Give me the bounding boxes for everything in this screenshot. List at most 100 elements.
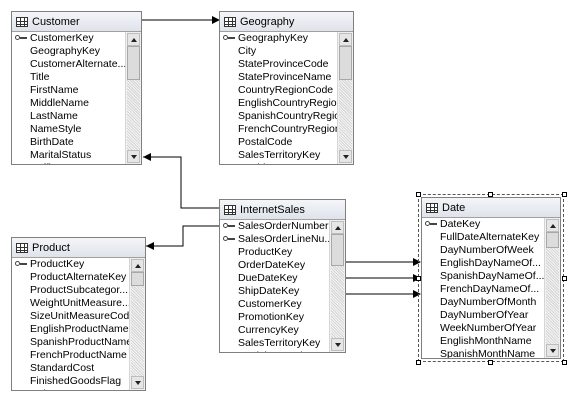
column-row[interactable]: DateKey [422,218,544,231]
column-row[interactable]: Title [12,71,125,84]
column-row[interactable]: IpAddressLocator [220,162,337,164]
column-row[interactable]: EnglishProductName [12,323,129,336]
column-row[interactable]: DueDateKey [220,272,329,285]
resize-handle-ne[interactable] [562,192,567,197]
scroll-track[interactable] [127,80,140,150]
resize-handle-w[interactable] [416,276,421,281]
scroll-up-button[interactable] [339,33,352,46]
table-header[interactable]: Date [422,198,560,218]
column-row[interactable]: LastName [12,110,125,123]
resize-handle-s[interactable] [488,360,493,365]
table-header[interactable]: InternetSales [220,200,345,220]
scroll-up-button[interactable] [131,259,144,272]
table-header[interactable]: Geography [220,12,353,32]
resize-handle-sw[interactable] [416,360,421,365]
column-label: CustomerKey [238,298,302,310]
table-date[interactable]: Date DateKey FullDateAlternateKey DayNumbe… [418,194,564,362]
scroll-thumb[interactable] [127,46,140,80]
scroll-thumb[interactable] [131,272,144,286]
column-row[interactable]: DayNumberOfWeek [422,244,544,257]
column-row[interactable]: NameStyle [12,123,125,136]
column-row[interactable]: DayNumberOfYear [422,309,544,322]
column-row[interactable]: StateProvinceName [220,71,337,84]
vertical-scrollbar[interactable] [544,218,560,358]
scroll-thumb[interactable] [331,234,344,266]
column-row[interactable]: CustomerAlternate... [12,58,125,71]
scroll-track[interactable] [546,248,559,344]
column-row[interactable]: DayNumberOfMonth [422,296,544,309]
column-row[interactable]: OrderDateKey [220,259,329,272]
column-row[interactable]: ProductAlternateKey [12,271,129,284]
column-row[interactable]: SpanishProductName [12,336,129,349]
column-row[interactable]: MaritalStatus [12,149,125,162]
vertical-scrollbar[interactable] [337,32,353,164]
table-customer[interactable]: Customer CustomerKey GeographyKey Customer… [11,11,142,165]
column-row[interactable]: Suffix [12,162,125,164]
column-row[interactable]: PostalCode [220,136,337,149]
column-row[interactable]: EnglishCountryRegion... [220,97,337,110]
column-row[interactable]: SpanishDayNameOf... [422,270,544,283]
scroll-down-button[interactable] [331,338,344,351]
column-row[interactable]: FullDateAlternateKey [422,231,544,244]
column-row[interactable]: SpanishCountryRegion... [220,110,337,123]
column-row[interactable]: WeekNumberOfYear [422,322,544,335]
column-row[interactable]: SpanishMonthName [422,348,544,358]
table-header[interactable]: Customer [12,12,141,32]
column-row[interactable]: RevisionNumber [220,350,329,352]
scroll-down-button[interactable] [546,344,559,357]
column-row[interactable]: Color [12,388,129,390]
column-row[interactable]: ProductKey [220,246,329,259]
column-row[interactable]: WeightUnitMeasure... [12,297,129,310]
column-row[interactable]: SalesOrderNumber [220,220,329,233]
scroll-down-button[interactable] [127,150,140,163]
column-row[interactable]: CurrencyKey [220,324,329,337]
column-row[interactable]: SalesTerritoryKey [220,337,329,350]
resize-handle-e[interactable] [562,276,567,281]
column-row[interactable]: StateProvinceCode [220,58,337,71]
column-row[interactable]: ProductSubcategor... [12,284,129,297]
column-row[interactable]: BirthDate [12,136,125,149]
scroll-thumb[interactable] [546,232,559,248]
table-title: InternetSales [240,203,305,216]
column-row[interactable]: EnglishDayNameOf... [422,257,544,270]
column-row[interactable]: MiddleName [12,97,125,110]
column-row[interactable]: FrenchProductName [12,349,129,362]
column-row[interactable]: City [220,45,337,58]
column-row[interactable]: ShipDateKey [220,285,329,298]
column-row[interactable]: FrenchDayNameOf... [422,283,544,296]
column-row[interactable]: CountryRegionCode [220,84,337,97]
vertical-scrollbar[interactable] [329,220,345,352]
resize-handle-se[interactable] [562,360,567,365]
column-row[interactable]: CustomerKey [12,32,125,45]
scroll-thumb[interactable] [339,46,352,80]
table-header[interactable]: Product [12,238,145,258]
column-row[interactable]: FrenchCountryRegion... [220,123,337,136]
column-row[interactable]: CustomerKey [220,298,329,311]
resize-handle-n[interactable] [488,192,493,197]
column-row[interactable]: FinishedGoodsFlag [12,375,129,388]
column-row[interactable]: PromotionKey [220,311,329,324]
scroll-track[interactable] [131,286,144,376]
scroll-up-button[interactable] [331,221,344,234]
column-row[interactable]: FirstName [12,84,125,97]
column-row[interactable]: SalesTerritoryKey [220,149,337,162]
column-row[interactable]: EnglishMonthName [422,335,544,348]
scroll-track[interactable] [331,266,344,338]
scroll-up-button[interactable] [546,219,559,232]
scroll-track[interactable] [339,80,352,150]
column-row[interactable]: GeographyKey [220,32,337,45]
resize-handle-nw[interactable] [416,192,421,197]
column-row[interactable]: SizeUnitMeasureCode [12,310,129,323]
scroll-down-button[interactable] [131,376,144,389]
column-row[interactable]: SalesOrderLineNu... [220,233,329,246]
scroll-down-button[interactable] [339,150,352,163]
table-geography[interactable]: Geography GeographyKey City StateProvinceC… [219,11,354,165]
vertical-scrollbar[interactable] [129,258,145,390]
table-product[interactable]: Product ProductKey ProductAlternateKey Pro… [11,237,146,391]
column-row[interactable]: StandardCost [12,362,129,375]
vertical-scrollbar[interactable] [125,32,141,164]
scroll-up-button[interactable] [127,33,140,46]
table-internetsales[interactable]: InternetSales SalesOrderNumber SalesOrder… [219,199,346,353]
column-row[interactable]: ProductKey [12,258,129,271]
column-row[interactable]: GeographyKey [12,45,125,58]
